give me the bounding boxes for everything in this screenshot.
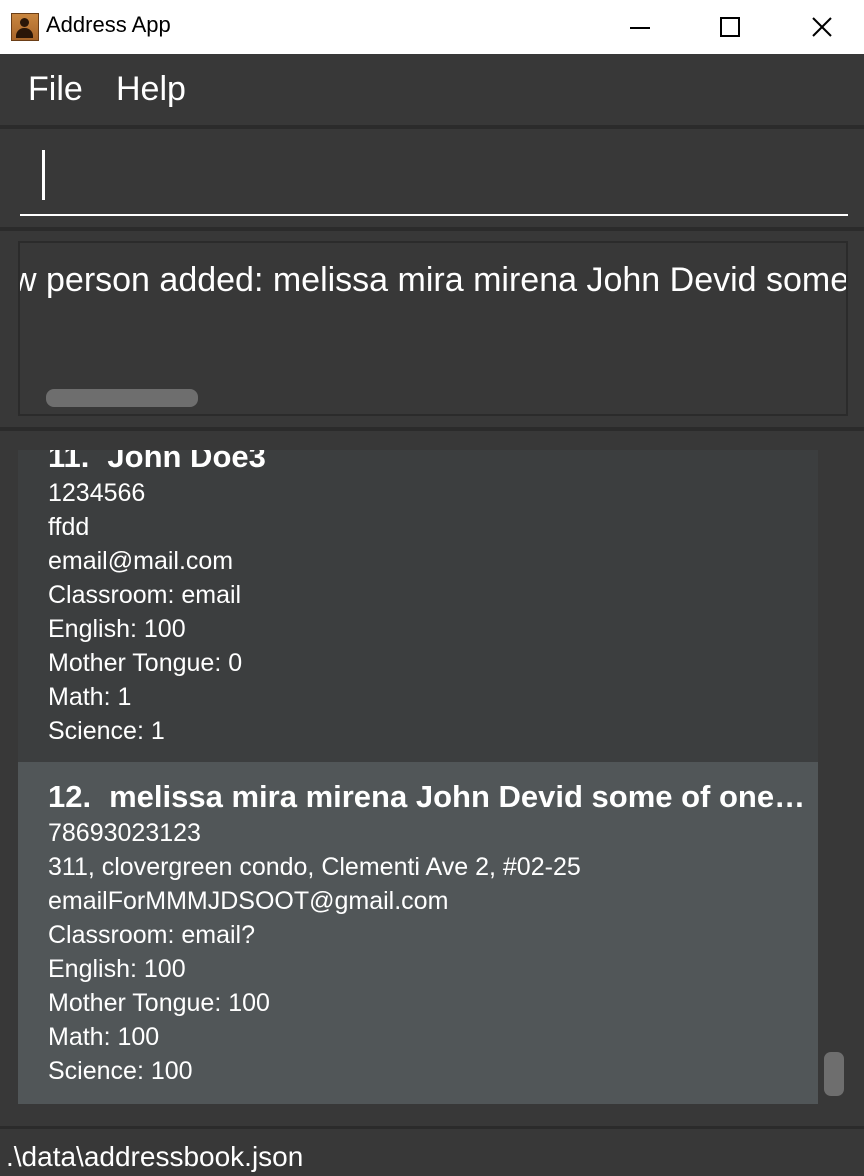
maximize-icon — [720, 17, 740, 37]
person-card-selected[interactable]: 12. melissa mira mirena John Devid some o… — [18, 762, 818, 1104]
command-box — [0, 130, 864, 226]
person-address: 311, clovergreen condo, Clementi Ave 2, … — [48, 853, 581, 881]
person-list[interactable]: 11. John Doe3 1234566 ffdd email@mail.com… — [18, 450, 818, 1104]
menu-divider — [0, 125, 864, 129]
command-input[interactable] — [20, 150, 848, 216]
person-phone: 78693023123 — [48, 819, 201, 847]
window-title: Address App — [46, 12, 171, 37]
status-bar: .\data\addressbook.json — [0, 1126, 864, 1176]
person-math: Math: 1 — [48, 683, 132, 711]
person-phone: 1234566 — [48, 479, 146, 507]
minimize-button[interactable] — [594, 0, 686, 54]
minimize-icon — [630, 27, 650, 29]
address-book-icon — [11, 13, 39, 41]
maximize-button[interactable] — [684, 0, 776, 54]
menu-help[interactable]: Help — [116, 70, 186, 109]
person-english: English: 100 — [48, 955, 186, 983]
vertical-scrollbar-thumb[interactable] — [824, 1052, 844, 1096]
person-classroom: Classroom: email — [48, 581, 242, 609]
person-address: ffdd — [48, 513, 90, 541]
title-bar: Address App — [0, 0, 864, 54]
vertical-scroll-track[interactable] — [818, 450, 864, 1104]
save-location: .\data\addressbook.json — [6, 1141, 304, 1172]
command-divider — [0, 227, 864, 231]
result-display[interactable]: w person added: melissa mira mirena John… — [18, 241, 848, 416]
person-math: Math: 100 — [48, 1023, 160, 1051]
person-card[interactable]: 11. John Doe3 1234566 ffdd email@mail.com… — [18, 450, 818, 762]
person-email: email@mail.com — [48, 547, 234, 575]
person-english: English: 100 — [48, 615, 186, 643]
close-icon — [812, 17, 832, 37]
menu-file[interactable]: File — [28, 70, 83, 109]
person-email: emailForMMMJDSOOT@gmail.com — [48, 887, 449, 915]
person-classroom: Classroom: email? — [48, 921, 256, 949]
menu-bar: File Help — [0, 54, 864, 126]
close-button[interactable] — [776, 0, 864, 54]
person-science: Science: 1 — [48, 717, 165, 745]
person-name-text: John Doe3 — [107, 450, 266, 474]
text-caret — [42, 150, 45, 200]
horizontal-scrollbar[interactable] — [46, 389, 198, 407]
person-index: 12. — [48, 779, 92, 814]
person-mother-tongue: Mother Tongue: 0 — [48, 649, 243, 677]
person-science: Science: 100 — [48, 1057, 193, 1085]
person-index: 11. — [48, 450, 90, 474]
person-name: 11. John Doe3 — [48, 450, 808, 476]
person-mother-tongue: Mother Tongue: 100 — [48, 989, 270, 1017]
result-message: w person added: melissa mira mirena John… — [18, 261, 848, 299]
person-name-text: melissa mira mirena John Devid some of o… — [109, 779, 808, 814]
result-divider — [0, 427, 864, 431]
person-name: 12. melissa mira mirena John Devid some o… — [48, 778, 808, 816]
